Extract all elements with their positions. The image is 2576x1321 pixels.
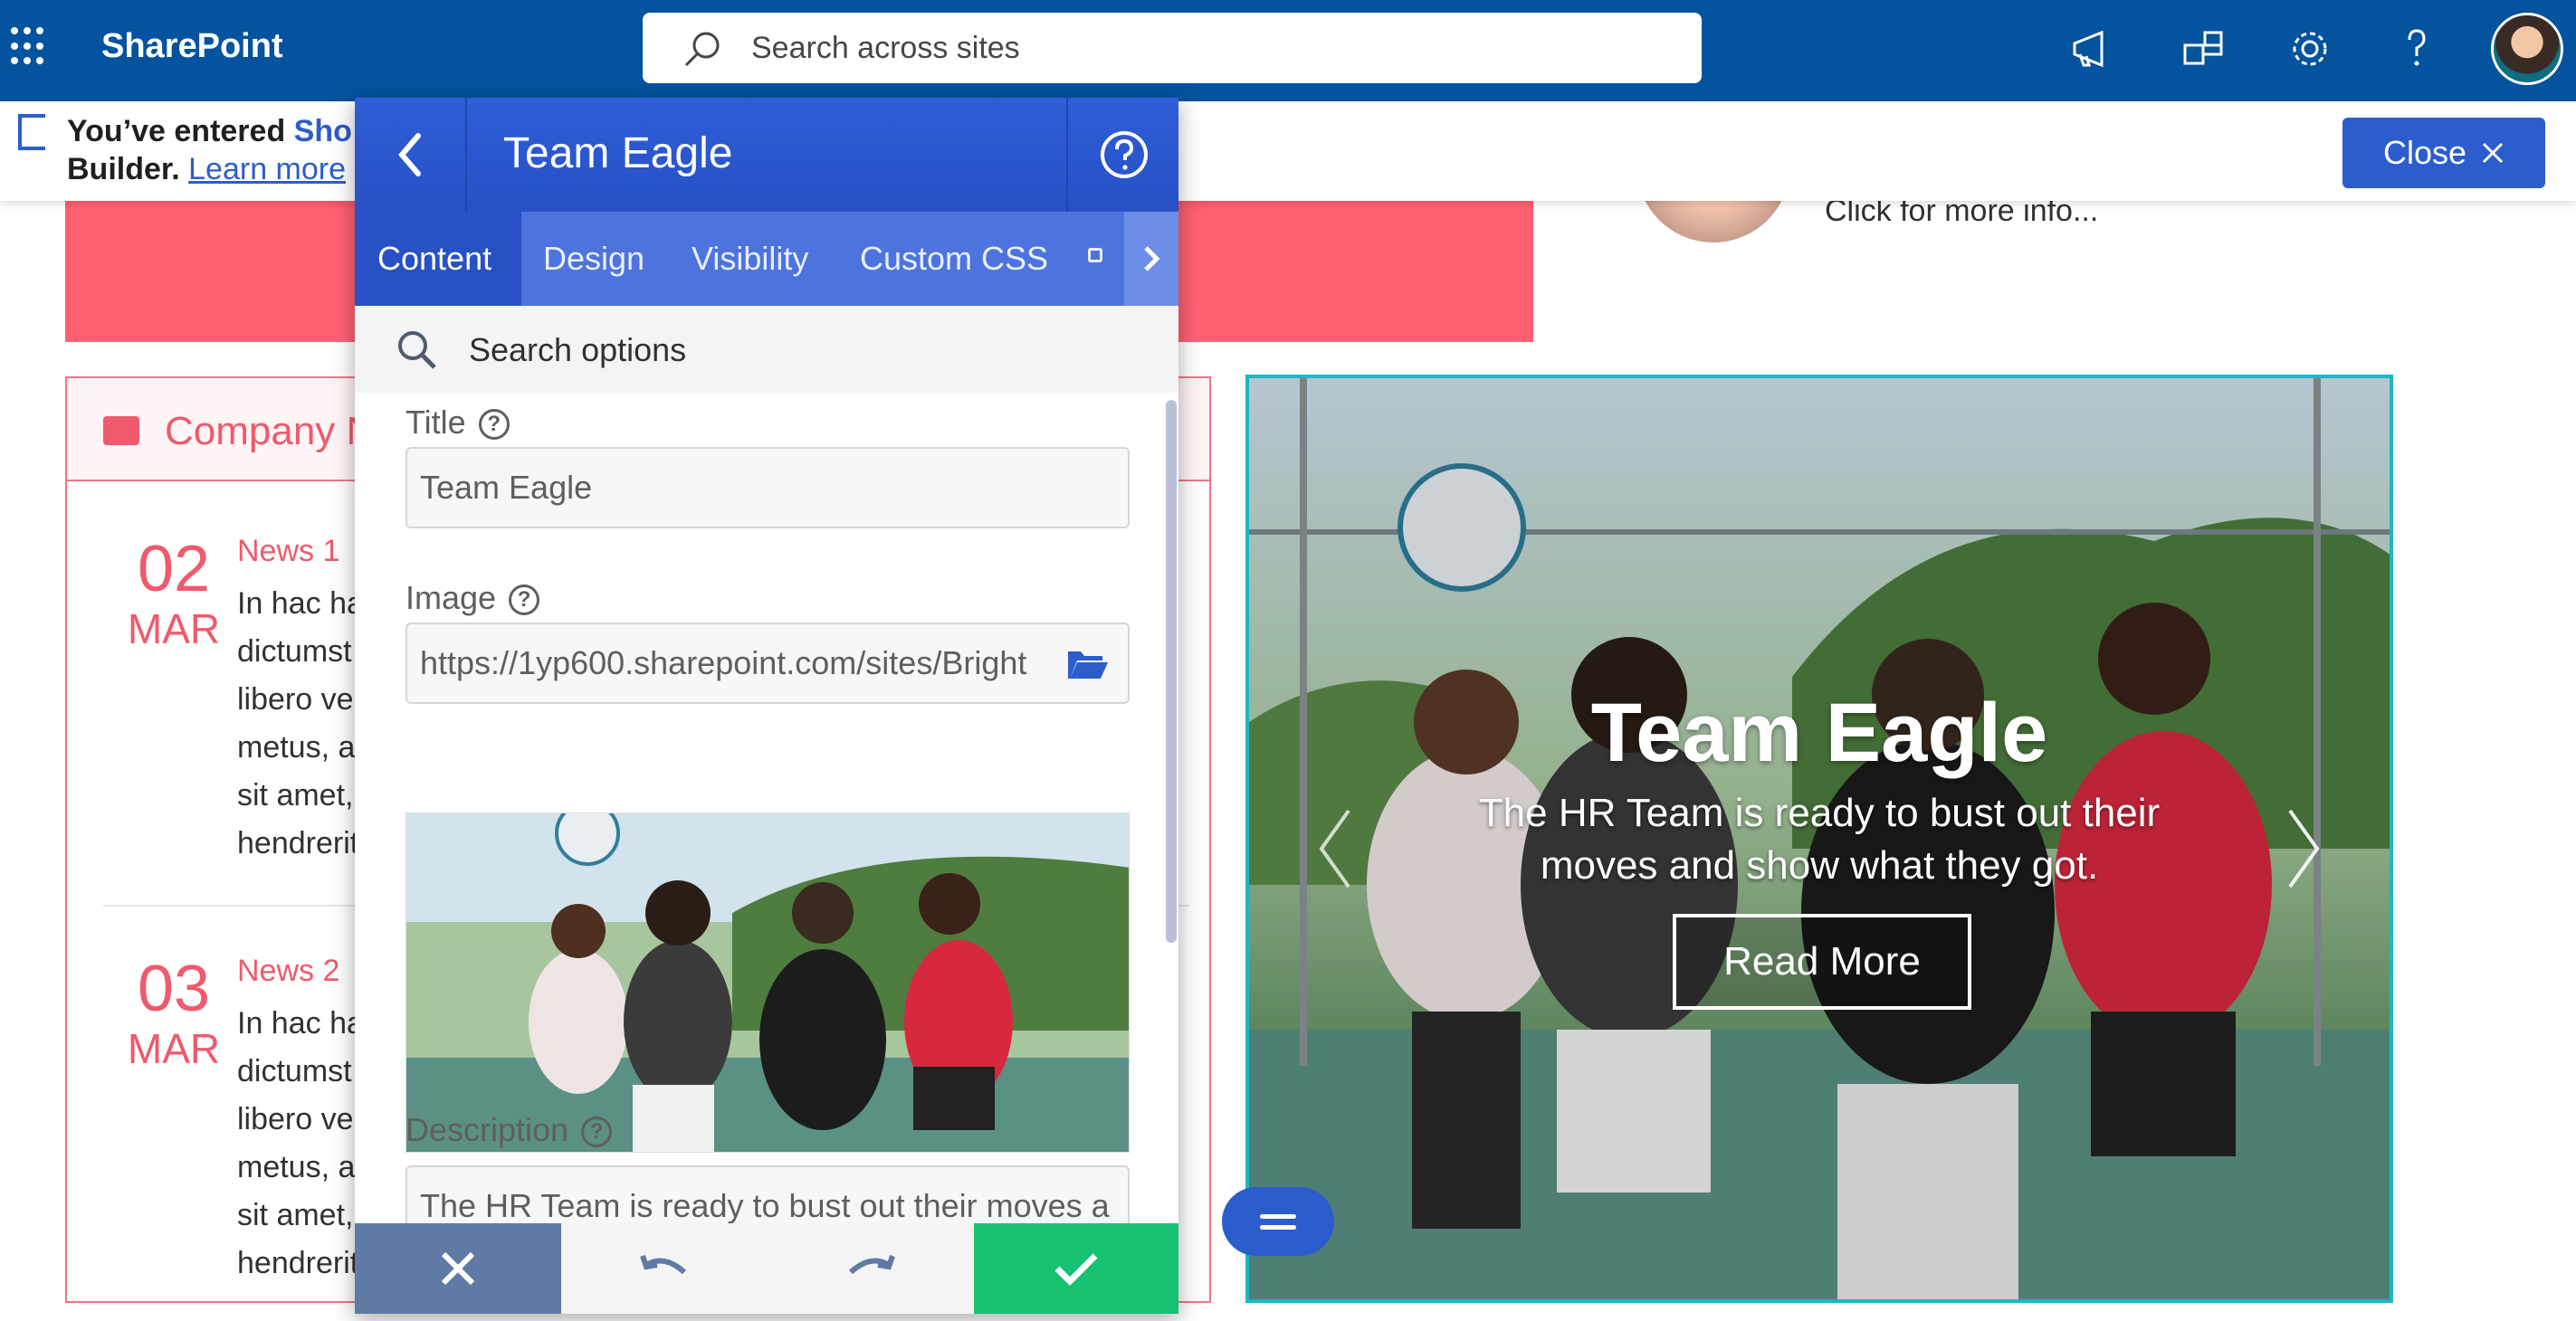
read-more-button[interactable]: Read More bbox=[1673, 914, 1971, 1010]
suite-bar: SharePoint Search across sites bbox=[0, 0, 2576, 101]
news-text-line: metus, a bbox=[237, 730, 356, 765]
undo-icon bbox=[640, 1255, 687, 1275]
redo-button[interactable] bbox=[768, 1223, 974, 1314]
news-text-line: dictumst bbox=[237, 634, 352, 669]
news-title[interactable]: News 1 bbox=[237, 534, 339, 569]
field-label-description: Description? bbox=[405, 1111, 613, 1149]
section-menu-button[interactable] bbox=[1222, 1187, 1334, 1256]
megaphone-icon[interactable] bbox=[2066, 22, 2120, 76]
search-options-input[interactable]: Search options bbox=[355, 306, 1178, 393]
news-text-line: hendrerit bbox=[237, 1246, 359, 1280]
news-text-line: sit amet, bbox=[237, 778, 354, 813]
help-circle-icon bbox=[1101, 131, 1148, 178]
tab-design[interactable]: Design bbox=[543, 212, 644, 306]
field-label-title: Title? bbox=[405, 404, 510, 442]
news-header-title: Company N bbox=[165, 409, 376, 453]
help-icon[interactable]: ? bbox=[509, 584, 540, 616]
news-text-line: libero ve bbox=[237, 1102, 354, 1136]
search-placeholder: Search across sites bbox=[751, 31, 1020, 65]
hero-slider[interactable]: Team Eagle The HR Team is ready to bust … bbox=[1245, 375, 2393, 1303]
close-icon bbox=[2482, 142, 2504, 164]
news-text-line: metus, a bbox=[237, 1150, 356, 1184]
search-icon bbox=[684, 32, 720, 67]
avatar[interactable] bbox=[2491, 13, 2563, 85]
panel-scroll-area: Title? Team Eagle Image? https://1yp600.… bbox=[355, 393, 1178, 1223]
folder-open-icon[interactable] bbox=[1066, 646, 1110, 682]
tab-visibility[interactable]: Visibility bbox=[692, 212, 808, 306]
image-preview bbox=[405, 813, 1130, 1153]
app-brand[interactable]: SharePoint bbox=[101, 27, 283, 66]
panel-help-button[interactable] bbox=[1066, 98, 1178, 212]
chevron-right-icon bbox=[1144, 246, 1160, 271]
image-url-input[interactable]: https://1yp600.sharepoint.com/sites/Brig… bbox=[405, 622, 1130, 704]
search-options-placeholder: Search options bbox=[469, 331, 687, 368]
teams-icon[interactable] bbox=[2176, 22, 2230, 76]
briefcase-icon bbox=[103, 416, 139, 445]
panel-tabs: Content Design Visibility Custom CSS bbox=[355, 212, 1178, 306]
hero-background-image bbox=[1249, 378, 2390, 1299]
chevron-right-icon[interactable] bbox=[2281, 803, 2326, 894]
news-text-line: sit amet, bbox=[237, 1198, 354, 1232]
news-text-line: In hac ha bbox=[237, 1006, 364, 1041]
learn-more-link[interactable]: Learn more bbox=[188, 152, 346, 186]
hero-description-line-1: The HR Team is ready to bust out their bbox=[1478, 791, 2161, 835]
title-input[interactable]: Team Eagle bbox=[405, 447, 1130, 528]
search-box[interactable]: Search across sites bbox=[643, 13, 1702, 83]
close-icon bbox=[441, 1251, 475, 1286]
hero-description-line-2: moves and show what they got. bbox=[1540, 843, 2099, 888]
panel-footer bbox=[355, 1223, 1178, 1314]
back-button[interactable] bbox=[355, 98, 467, 212]
description-input[interactable]: The HR Team is ready to bust out their m… bbox=[405, 1165, 1130, 1229]
help-icon[interactable]: ? bbox=[581, 1117, 613, 1148]
notice-line-1: You’ve entered Sho bbox=[67, 114, 352, 148]
checkmark-icon bbox=[1054, 1253, 1098, 1286]
app-launcher-icon[interactable] bbox=[11, 27, 47, 67]
lock-icon bbox=[1088, 248, 1102, 262]
panel-scrollbar[interactable] bbox=[1166, 400, 1177, 943]
close-button[interactable]: Close bbox=[2342, 118, 2545, 188]
chevron-left-icon bbox=[398, 133, 421, 176]
undo-button[interactable] bbox=[561, 1223, 768, 1314]
hero-title: Team Eagle bbox=[1590, 687, 2048, 779]
news-month: MAR bbox=[127, 1025, 221, 1072]
tab-custom-css[interactable]: Custom CSS bbox=[860, 212, 1048, 306]
tab-content[interactable]: Content bbox=[355, 212, 521, 306]
panel-title: Team Eagle bbox=[503, 129, 733, 177]
news-text-line: libero ve bbox=[237, 682, 354, 717]
panel-header: Team Eagle bbox=[355, 98, 1178, 212]
news-day: 03 bbox=[137, 953, 211, 1025]
gear-icon[interactable] bbox=[2283, 22, 2337, 76]
news-month: MAR bbox=[127, 605, 221, 652]
cancel-button[interactable] bbox=[355, 1223, 561, 1314]
notice-line-2: Builder. Learn more bbox=[67, 152, 347, 186]
news-text-line: hendrerit bbox=[237, 826, 359, 860]
search-icon bbox=[398, 331, 436, 369]
news-text-line: In hac ha bbox=[237, 586, 364, 621]
chevron-left-icon[interactable] bbox=[1312, 803, 1358, 894]
field-label-image: Image? bbox=[405, 579, 540, 617]
redo-icon bbox=[848, 1255, 895, 1275]
help-icon[interactable] bbox=[2390, 22, 2444, 76]
webpart-editor-panel: Team Eagle Content Design Visibility Cus… bbox=[355, 98, 1178, 1314]
news-text-line: dictumst bbox=[237, 1054, 352, 1088]
news-title[interactable]: News 2 bbox=[237, 954, 339, 989]
help-icon[interactable]: ? bbox=[478, 409, 510, 441]
apply-button[interactable] bbox=[974, 1223, 1178, 1314]
builder-logo-icon bbox=[18, 114, 45, 150]
close-button-label: Close bbox=[2382, 134, 2467, 171]
tabs-next-button[interactable] bbox=[1124, 212, 1178, 306]
news-day: 02 bbox=[137, 533, 211, 605]
